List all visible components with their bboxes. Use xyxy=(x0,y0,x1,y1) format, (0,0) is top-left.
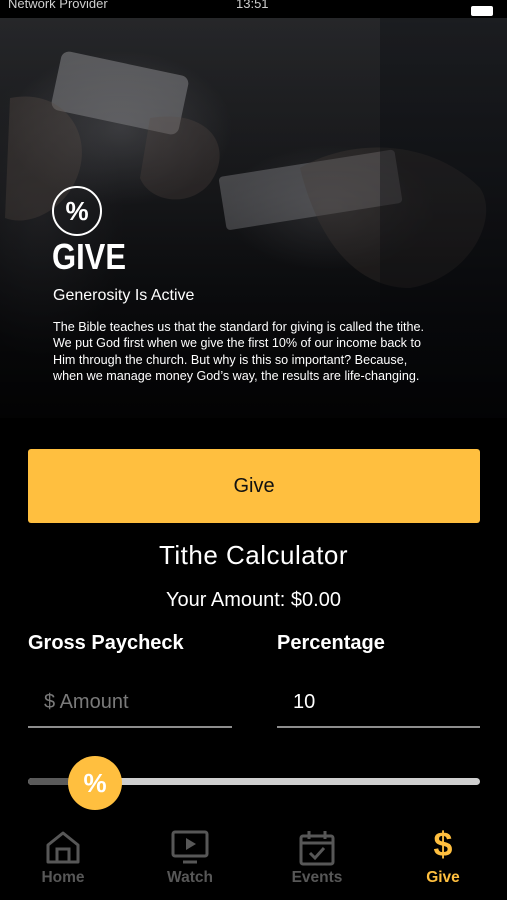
percentage-label: Percentage xyxy=(277,632,385,654)
tab-home-label: Home xyxy=(41,869,85,886)
calculated-amount: Your Amount: $0.00 xyxy=(166,589,341,611)
hero-description: The Bible teaches us that the standard f… xyxy=(53,320,425,383)
gross-paycheck-label: Gross Paycheck xyxy=(28,632,184,654)
dollar-icon: $ xyxy=(433,826,453,864)
home-icon xyxy=(46,831,80,864)
tab-bar: Home Watch Events $ Give xyxy=(0,812,507,900)
tab-watch-label: Watch xyxy=(167,869,213,886)
tab-home[interactable]: Home xyxy=(0,812,126,900)
tab-watch[interactable]: Watch xyxy=(127,812,253,900)
tab-give-label: Give xyxy=(426,869,460,886)
percent-badge-icon: % xyxy=(52,186,102,236)
hero-title: GIVE xyxy=(52,236,126,277)
carrier-name: Network Provider xyxy=(8,0,108,11)
status-time: 13:51 xyxy=(236,0,269,11)
status-bar: Network Provider 13:51 xyxy=(0,0,507,18)
tab-events[interactable]: Events xyxy=(254,812,380,900)
calculator-title: Tithe Calculator xyxy=(158,540,349,570)
gross-paycheck-input[interactable] xyxy=(28,678,232,728)
hero-subtitle: Generosity Is Active xyxy=(53,287,195,304)
calendar-icon xyxy=(299,831,335,866)
tab-events-label: Events xyxy=(291,869,343,886)
tab-give[interactable]: $ Give xyxy=(380,812,506,900)
hero-banner: % GIVE Generosity Is Active The Bible te… xyxy=(0,18,507,418)
battery-icon xyxy=(471,6,493,16)
percentage-slider-thumb[interactable]: % xyxy=(68,756,122,810)
give-button[interactable]: Give xyxy=(28,449,480,523)
watch-icon xyxy=(171,830,209,864)
percentage-input[interactable] xyxy=(277,678,480,728)
